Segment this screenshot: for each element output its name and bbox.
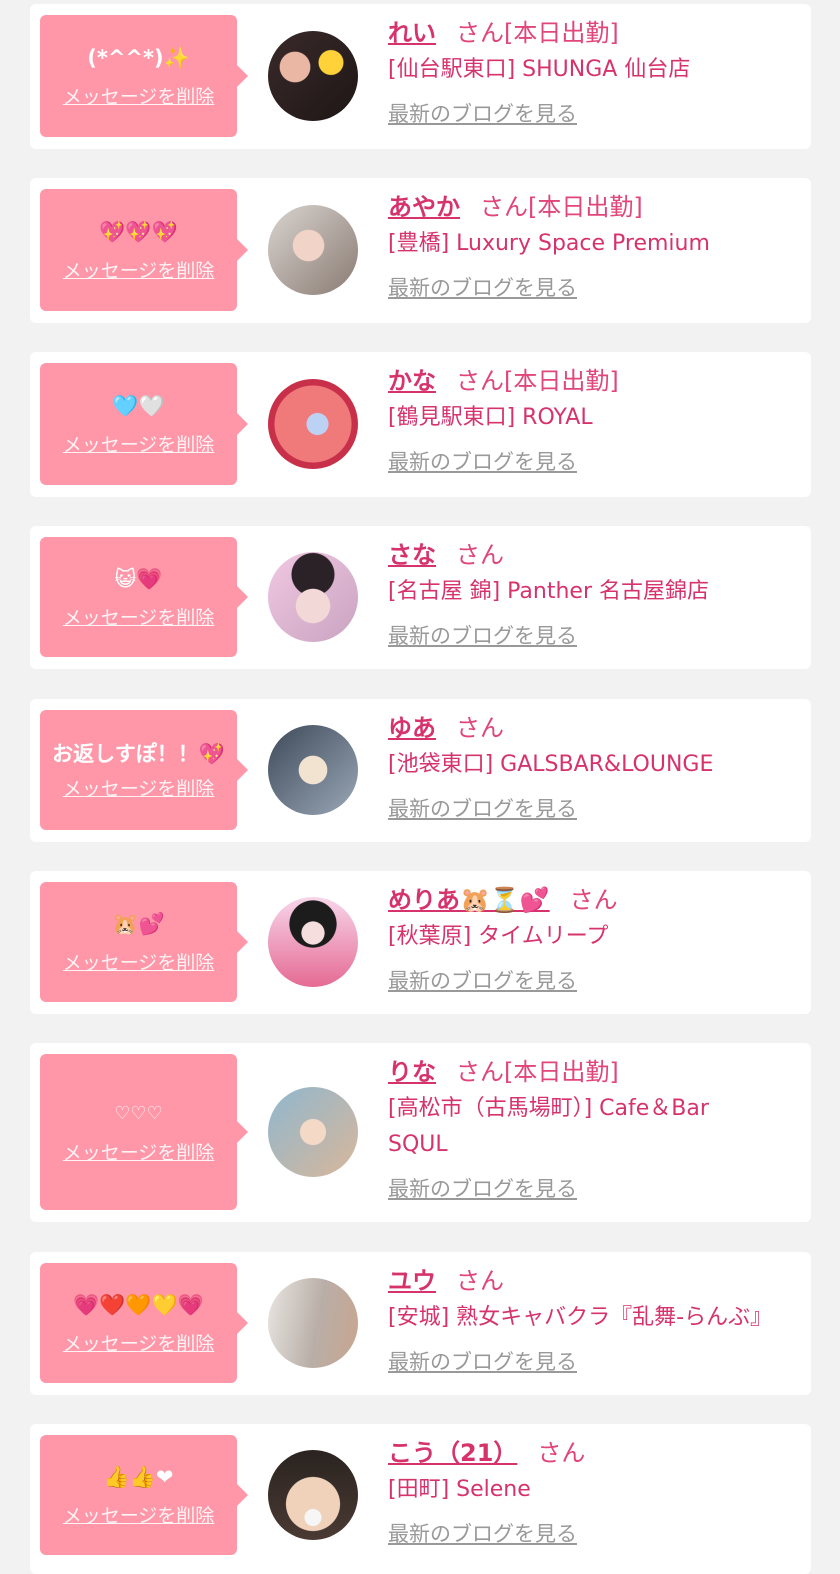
honorific: さん	[480, 193, 528, 221]
avatar[interactable]	[268, 1450, 358, 1540]
message-text: お返しすぽ！！💖	[52, 741, 225, 766]
shop-name: [鶴見駅東口] ROYAL	[388, 405, 593, 430]
latest-blog-link[interactable]: 最新のブログを見る	[388, 1346, 577, 1376]
message-text: 👍👍❤	[103, 1464, 174, 1489]
honorific: さん	[456, 1058, 504, 1086]
latest-blog-link[interactable]: 最新のブログを見る	[388, 272, 577, 302]
message-text: 🐹💕	[112, 911, 165, 936]
delete-message-link[interactable]: メッセージを削除	[63, 256, 215, 283]
delete-message-link[interactable]: メッセージを削除	[63, 82, 215, 109]
message-text: ♡♡♡	[114, 1102, 163, 1124]
list-item: 👍👍❤ メッセージを削除 こう（21） さん [田町] Selene 最新のブログ…	[30, 1424, 811, 1574]
cast-name-link[interactable]: さな	[388, 541, 436, 569]
shop-name: [仙台駅東口] SHUNGA 仙台店	[388, 57, 691, 82]
cast-name-link[interactable]: れい	[388, 19, 436, 47]
delete-message-link[interactable]: メッセージを削除	[63, 774, 215, 801]
avatar[interactable]	[268, 552, 358, 642]
avatar[interactable]	[268, 31, 358, 121]
list-item: 🩵🤍 メッセージを削除 かな さん[本日出勤] [鶴見駅東口] ROYAL 最新の…	[30, 352, 811, 497]
delete-message-link[interactable]: メッセージを削除	[63, 948, 215, 975]
message-bubble: ♡♡♡ メッセージを削除	[40, 1054, 248, 1210]
honorific: さん	[456, 19, 504, 47]
avatar[interactable]	[268, 725, 358, 815]
delete-message-link[interactable]: メッセージを削除	[63, 603, 215, 630]
avatar[interactable]	[268, 1278, 358, 1368]
today-status: [本日出勤]	[528, 193, 643, 221]
shop-name: [豊橋] Luxury Space Premium	[388, 231, 710, 256]
message-bubble: (*^^*)✨ メッセージを削除	[40, 15, 248, 137]
message-text: 💗❤️🧡💛💗	[73, 1292, 204, 1317]
avatar[interactable]	[268, 379, 358, 469]
latest-blog-link[interactable]: 最新のブログを見る	[388, 1173, 577, 1203]
honorific: さん	[456, 541, 504, 569]
today-status: [本日出勤]	[504, 1058, 619, 1086]
list-item: 🐹💕 メッセージを削除 めりあ🐹⏳💕 さん [秋葉原] タイムリープ 最新のブログ…	[30, 871, 811, 1014]
shop-name: [秋葉原] タイムリープ	[388, 924, 609, 949]
latest-blog-link[interactable]: 最新のブログを見る	[388, 446, 577, 476]
shop-name: [池袋東口] GALSBAR&LOUNGE	[388, 752, 714, 777]
list-item: お返しすぽ！！💖 メッセージを削除 ゆあ さん [池袋東口] GALSBAR&LO…	[30, 699, 811, 842]
honorific: さん	[456, 367, 504, 395]
cast-name-link[interactable]: ゆあ	[388, 714, 436, 742]
shop-name: [田町] Selene	[388, 1477, 531, 1502]
shop-name: [名古屋 錦] Panther 名古屋錦店	[388, 579, 709, 604]
message-text: (*^^*)✨	[87, 45, 190, 70]
latest-blog-link[interactable]: 最新のブログを見る	[388, 793, 577, 823]
shop-name: [高松市（古馬場町）] Cafe＆Bar SQUL	[388, 1096, 709, 1157]
latest-blog-link[interactable]: 最新のブログを見る	[388, 620, 577, 650]
message-bubble: 🩵🤍 メッセージを削除	[40, 363, 248, 485]
avatar[interactable]	[268, 1087, 358, 1177]
list-item: 💗❤️🧡💛💗 メッセージを削除 ユウ さん [安城] 熟女キャバクラ『乱舞-らんぶ…	[30, 1252, 811, 1395]
shop-name: [安城] 熟女キャバクラ『乱舞-らんぶ』	[388, 1305, 773, 1330]
list-item: (*^^*)✨ メッセージを削除 れい さん[本日出勤] [仙台駅東口] SHUN…	[30, 4, 811, 149]
message-bubble: お返しすぽ！！💖 メッセージを削除	[40, 710, 248, 830]
message-bubble: 🐹💕 メッセージを削除	[40, 882, 248, 1002]
delete-message-link[interactable]: メッセージを削除	[63, 1329, 215, 1356]
avatar[interactable]	[268, 897, 358, 987]
cast-name-link[interactable]: ユウ	[388, 1267, 436, 1295]
message-text: 😺💗	[114, 566, 163, 591]
today-status: [本日出勤]	[504, 19, 619, 47]
message-text: 💖💖💖	[99, 219, 178, 244]
honorific: さん	[569, 886, 618, 914]
honorific: さん	[456, 714, 504, 742]
today-status: [本日出勤]	[504, 367, 619, 395]
latest-blog-link[interactable]: 最新のブログを見る	[388, 965, 577, 995]
cast-name-link[interactable]: あやか	[388, 193, 460, 221]
cast-name-link[interactable]: こう（21）	[388, 1439, 517, 1467]
list-item: 😺💗 メッセージを削除 さな さん [名古屋 錦] Panther 名古屋錦店 最…	[30, 526, 811, 669]
delete-message-link[interactable]: メッセージを削除	[63, 430, 215, 457]
avatar[interactable]	[268, 205, 358, 295]
message-text: 🩵🤍	[112, 393, 165, 418]
honorific: さん	[537, 1439, 586, 1467]
delete-message-link[interactable]: メッセージを削除	[63, 1501, 215, 1528]
latest-blog-link[interactable]: 最新のブログを見る	[388, 98, 577, 128]
cast-name-link[interactable]: かな	[388, 367, 436, 395]
message-bubble: 👍👍❤ メッセージを削除	[40, 1435, 248, 1555]
list-item: 💖💖💖 メッセージを削除 あやか さん[本日出勤] [豊橋] Luxury Spa…	[30, 178, 811, 323]
message-bubble: 😺💗 メッセージを削除	[40, 537, 248, 657]
message-bubble: 💖💖💖 メッセージを削除	[40, 189, 248, 311]
delete-message-link[interactable]: メッセージを削除	[63, 1138, 215, 1165]
cast-name-link[interactable]: めりあ🐹⏳💕	[388, 886, 550, 914]
cast-name-link[interactable]: りな	[388, 1058, 436, 1086]
message-bubble: 💗❤️🧡💛💗 メッセージを削除	[40, 1263, 248, 1383]
latest-blog-link[interactable]: 最新のブログを見る	[388, 1518, 577, 1548]
honorific: さん	[456, 1267, 504, 1295]
message-list: (*^^*)✨ メッセージを削除 れい さん[本日出勤] [仙台駅東口] SHUN…	[0, 0, 840, 1574]
list-item: ♡♡♡ メッセージを削除 りな さん[本日出勤] [高松市（古馬場町）] Cafe…	[30, 1043, 811, 1222]
